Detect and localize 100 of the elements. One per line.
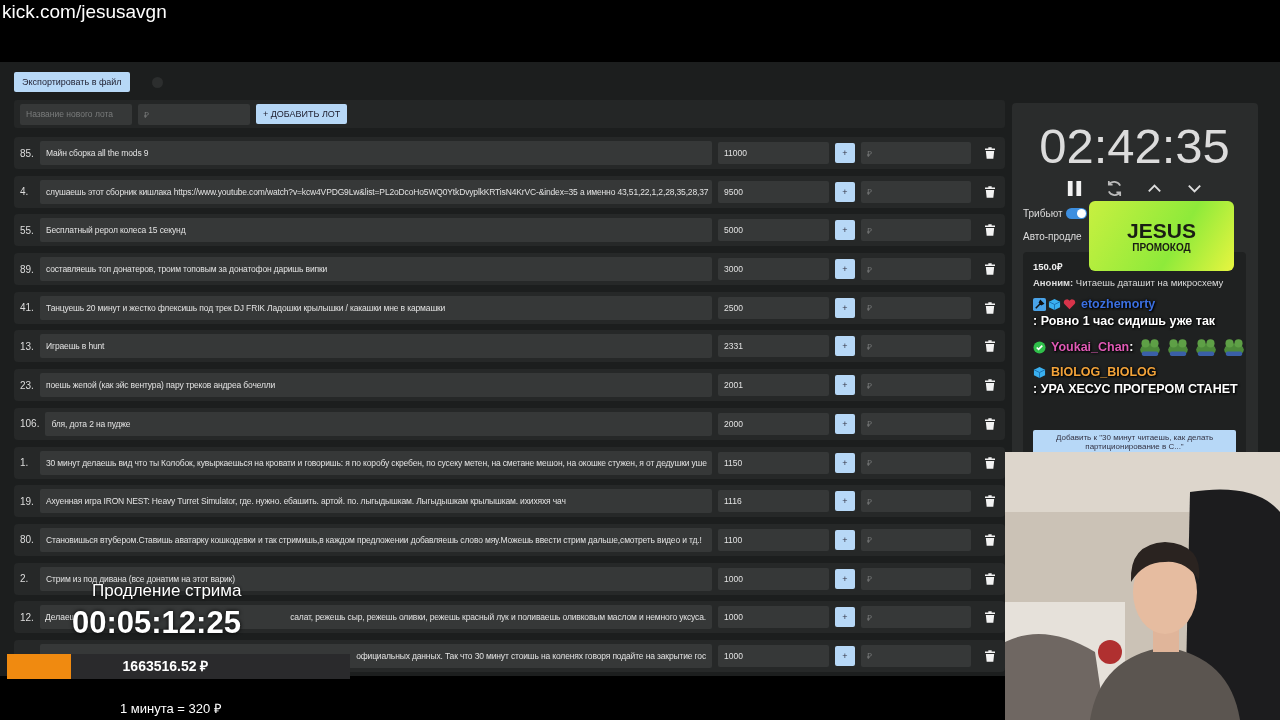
delete-icon[interactable] xyxy=(985,456,995,469)
progress-block xyxy=(7,654,71,679)
lot-number: 41. xyxy=(20,302,34,314)
countdown-timer: 02:42:35 xyxy=(1038,119,1231,173)
delete-icon[interactable] xyxy=(985,533,995,546)
lot-amount-field[interactable]: 1000 xyxy=(718,644,829,667)
lot-amount-field[interactable]: 1000 xyxy=(718,567,829,590)
lot-name-field[interactable]: Становишься втубером.Ставишь аватарку кошкодевки и так стримишь,в каждом предложении добавляешь слово мяу.Можешь ввести стрим дальше,смотреть видео и тд.! xyxy=(40,527,712,552)
delete-icon[interactable] xyxy=(985,301,995,314)
add-bid-button[interactable]: + xyxy=(835,568,855,589)
chat-username: etozhemorty xyxy=(1081,296,1156,313)
lot-name-field[interactable]: 30 минут делаешь вид что ты Колобок, кувыркаешься на кровати и говоришь: я по коробу скребен, по сусеку метен, на сметане мешон, на окошке стужен, я от дедушки уше xyxy=(40,450,712,475)
add-bid-button[interactable]: + xyxy=(835,143,855,163)
delete-icon[interactable] xyxy=(985,224,995,237)
add-bid-button[interactable]: + xyxy=(835,645,855,666)
add-bid-button[interactable]: + xyxy=(835,529,855,550)
frog-emote-icon xyxy=(1195,338,1218,356)
add-bid-button[interactable]: + xyxy=(835,259,855,280)
lot-number: 4. xyxy=(20,186,30,198)
delete-icon[interactable] xyxy=(985,379,995,392)
lot-name-field[interactable]: Бесплатный рерол колеса 15 секунд xyxy=(40,218,712,243)
promo-subtitle: ПРОМОКОД xyxy=(1132,241,1191,253)
lot-name-field[interactable]: Ахуенная игра IRON NEST: Heavy Turret Simulator, где. нужно. ебашить. артой. по. лыгыдышкам. Лыгыдышкам крылышкам. ихихяхя чач xyxy=(40,489,712,514)
add-lot-button[interactable]: + ДОБАВИТЬ ЛОТ xyxy=(256,104,348,124)
lot-name-field[interactable]: Танцуешь 20 минут и жестко флексишь под трек DJ FRIK Ладошки крылышки / какашки мне в кармашки xyxy=(40,295,712,320)
lot-amount-field[interactable]: 1150 xyxy=(718,451,829,474)
tribute-label: Трибьют xyxy=(1023,207,1063,219)
total-amount: 1663516.52 ₽ xyxy=(121,657,210,676)
frog-emote-icon xyxy=(1139,338,1162,356)
chat-message: : УРА ХЕСУС ПРОГЕРОМ СТАНЕТ xyxy=(1033,381,1238,398)
donation-amount: 150.0₽ xyxy=(1033,260,1064,273)
delete-icon[interactable] xyxy=(985,263,995,276)
chat-message: : Ровно 1 час сидишь уже так xyxy=(1033,313,1216,330)
add-bid-button[interactable]: + xyxy=(835,297,855,318)
lot-number: 55. xyxy=(20,224,34,236)
delete-icon[interactable] xyxy=(985,185,995,198)
add-bid-button[interactable]: + xyxy=(835,375,855,396)
lot-number: 106. xyxy=(20,418,40,430)
lot-amount-field[interactable]: 2000 xyxy=(718,412,829,435)
lot-number: 13. xyxy=(20,340,34,352)
lot-amount-field[interactable]: 2500 xyxy=(718,296,829,319)
delete-icon[interactable] xyxy=(985,572,995,585)
add-bid-button[interactable]: + xyxy=(835,220,855,241)
lot-number: 89. xyxy=(20,263,34,275)
lot-amount-field[interactable]: 1116 xyxy=(718,490,829,513)
stream-url: kick.com/jesusavgn xyxy=(2,1,167,23)
lot-name-field[interactable]: слушаешь этот сборник кишлака https://www.youtube.com/watch?v=kcw4VPDG9Lw&list=PL2oDcoHo5WQ0YtkDvyplkKRTisN4KrVC-&index=35 а именно 43,51,22,1,2,28,35,28,37 xyxy=(40,179,712,204)
frog-emote-icon xyxy=(1167,338,1190,356)
chat-username: BIOLOG_BIOLOG xyxy=(1051,364,1157,381)
lot-name-field[interactable]: поешь жепой (как эйс вентура) пару треков андреа бочелли xyxy=(40,373,712,398)
chat-message: : xyxy=(1129,338,1134,356)
lot-amount-field[interactable]: 11000 xyxy=(718,142,829,164)
cube-icon xyxy=(1048,298,1061,311)
frog-emote-icon xyxy=(1223,338,1246,356)
delete-icon[interactable] xyxy=(985,611,995,624)
lot-amount-field[interactable]: 1000 xyxy=(718,606,829,629)
lot-amount-field[interactable]: 1100 xyxy=(718,528,829,551)
lot-name-field[interactable]: бля, дота 2 на пудже xyxy=(45,411,712,436)
add-bid-button[interactable]: + xyxy=(835,181,855,202)
delete-icon[interactable] xyxy=(985,417,995,430)
add-bid-button[interactable]: + xyxy=(835,336,855,357)
lot-name-field[interactable]: салат, режешь сыр, режешь оливки, режешь красный лук и поливаешь оливковым маслом и немного уксуса. xyxy=(288,605,712,630)
add-to-lot-button[interactable]: Добавить к "30 минут читаешь, как делать партиционирование в С..." xyxy=(1033,430,1236,454)
lot-name-field[interactable]: Играешь в hunt xyxy=(40,334,712,359)
lot-number: 2. xyxy=(20,573,30,585)
lot-name-field[interactable]: Майн сборка all the mods 9 xyxy=(40,141,712,165)
lot-amount-field[interactable]: 9500 xyxy=(718,180,829,203)
pause-icon[interactable] xyxy=(1065,179,1084,198)
wrench-icon xyxy=(1033,298,1046,311)
lot-name-field[interactable]: официальных данных. Так что 30 минут стоишь на коленях говоря подайте на закрытие гос xyxy=(354,643,712,668)
donation-message: Аноним: Читаешь даташит на микросхему xyxy=(1033,277,1225,288)
lot-number: 80. xyxy=(20,534,34,546)
rate-text: 1 минута = 320 ₽ xyxy=(120,700,222,717)
tribute-toggle[interactable] xyxy=(1065,207,1087,219)
add-bid-button[interactable]: + xyxy=(835,452,855,473)
chat-username: Youkai_Chan xyxy=(1051,338,1130,356)
add-bid-button[interactable]: + xyxy=(835,607,855,628)
lot-number: 23. xyxy=(20,379,34,391)
promo-title: JESUS xyxy=(1127,219,1196,242)
delete-icon[interactable] xyxy=(985,147,995,159)
auto-extend-label: Авто-продле xyxy=(1023,230,1082,242)
lot-number: 19. xyxy=(20,495,34,507)
delete-icon[interactable] xyxy=(985,340,995,353)
lot-amount-field[interactable]: 3000 xyxy=(718,258,829,281)
delete-icon[interactable] xyxy=(985,495,995,508)
refresh-icon[interactable] xyxy=(1105,179,1124,198)
lot-amount-field[interactable]: 2001 xyxy=(718,374,829,397)
cube-icon xyxy=(1033,366,1046,379)
lot-amount-field[interactable]: 2331 xyxy=(718,335,829,358)
lot-amount-field[interactable]: 5000 xyxy=(718,219,829,242)
heart-icon xyxy=(1063,298,1076,311)
delete-icon[interactable] xyxy=(985,649,995,662)
export-button[interactable]: Экспортировать в файл xyxy=(14,72,130,92)
lot-number: 1. xyxy=(20,457,30,468)
lot-number: 12. xyxy=(20,611,34,623)
lot-number: 85. xyxy=(20,147,34,159)
add-bid-button[interactable]: + xyxy=(835,491,855,512)
lot-name-field[interactable]: составляешь топ донатеров, троим топовым за донатофон даришь випки xyxy=(40,257,712,282)
check-icon xyxy=(1033,340,1046,354)
add-bid-button[interactable]: + xyxy=(835,413,855,434)
